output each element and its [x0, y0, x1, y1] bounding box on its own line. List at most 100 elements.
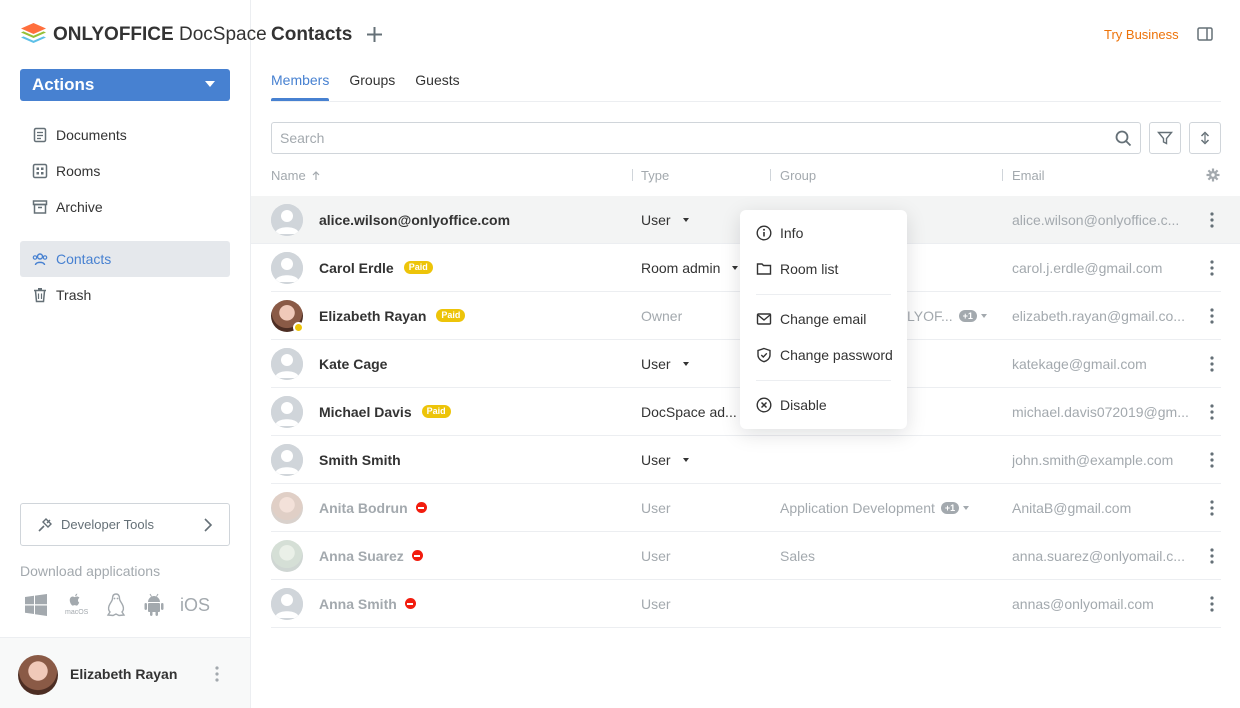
- default-avatar-icon: [271, 252, 303, 284]
- windows-icon[interactable]: [24, 592, 48, 618]
- user-avatar[interactable]: [18, 655, 58, 695]
- nav-item-contacts[interactable]: Contacts: [20, 241, 230, 277]
- member-type[interactable]: User: [641, 212, 671, 228]
- more-vertical-icon[interactable]: [1209, 210, 1215, 230]
- actions-label: Actions: [32, 75, 95, 94]
- sidebar: ONLYOFFICE DocSpace Actions Documents Ro…: [0, 0, 267, 708]
- member-type: User: [641, 595, 671, 612]
- android-icon[interactable]: [142, 592, 166, 618]
- plus-icon[interactable]: [366, 26, 383, 43]
- folder-icon: [756, 263, 772, 275]
- filter-button[interactable]: [1149, 122, 1181, 154]
- member-type: User: [641, 547, 671, 564]
- macos-app-link[interactable]: macOS: [62, 591, 90, 619]
- menu-item-info[interactable]: Info: [740, 215, 907, 251]
- developer-tools-button[interactable]: Developer Tools: [20, 503, 230, 546]
- more-vertical-icon[interactable]: [1209, 450, 1215, 470]
- apple-icon: [69, 593, 80, 606]
- nav-label: Documents: [56, 127, 127, 143]
- info-icon: [756, 225, 772, 241]
- column-email[interactable]: Email: [1012, 168, 1045, 183]
- caret-down-icon[interactable]: [963, 505, 970, 510]
- member-type[interactable]: Room admin: [641, 260, 720, 276]
- logo[interactable]: ONLYOFFICE DocSpace: [20, 22, 267, 48]
- logo-brand: ONLYOFFICE: [53, 24, 174, 45]
- download-apps-title: Download applications: [20, 563, 161, 579]
- menu-item-label: Room list: [780, 261, 839, 277]
- more-vertical-icon[interactable]: [1209, 402, 1215, 422]
- caret-down-icon[interactable]: [732, 265, 739, 270]
- contacts-tabs: Members Groups Guests: [271, 72, 460, 102]
- member-name: Carol Erdle: [319, 259, 394, 276]
- menu-item-change-email[interactable]: Change email: [740, 301, 907, 337]
- member-type[interactable]: User: [641, 356, 671, 372]
- more-vertical-icon[interactable]: [212, 664, 222, 684]
- nav-item-rooms[interactable]: Rooms: [20, 153, 230, 189]
- more-vertical-icon[interactable]: [1209, 498, 1215, 518]
- menu-item-change-password[interactable]: Change password: [740, 337, 907, 373]
- caret-down-icon[interactable]: [682, 361, 689, 366]
- member-name: Anita Bodrun: [319, 499, 408, 516]
- member-email: elizabeth.rayan@gmail.co...: [1012, 307, 1185, 324]
- try-business-link[interactable]: Try Business: [1104, 27, 1179, 42]
- default-avatar-icon: [271, 444, 303, 476]
- table-row[interactable]: Anna Suarez User Sales anna.suarez@onlyo…: [271, 532, 1221, 580]
- chevron-right-icon: [204, 518, 213, 532]
- column-group[interactable]: Group: [780, 168, 816, 183]
- member-group: LYOF...: [907, 307, 953, 324]
- more-vertical-icon[interactable]: [1209, 306, 1215, 326]
- close-circle-icon: [756, 397, 772, 413]
- avatar: [271, 588, 303, 620]
- nav-item-trash[interactable]: Trash: [20, 277, 230, 313]
- developer-tools-icon: [38, 517, 52, 532]
- ios-app-link[interactable]: iOS: [180, 595, 210, 616]
- member-email: michael.davis072019@gm...: [1012, 403, 1189, 420]
- owner-badge-icon: [293, 322, 304, 333]
- caret-down-icon[interactable]: [980, 313, 987, 318]
- blocked-icon: [415, 502, 427, 513]
- search-input[interactable]: [272, 123, 1140, 153]
- more-vertical-icon[interactable]: [1209, 354, 1215, 374]
- nav-item-documents[interactable]: Documents: [20, 117, 230, 153]
- developer-tools-label: Developer Tools: [61, 517, 154, 532]
- actions-button[interactable]: Actions: [20, 69, 230, 101]
- menu-divider: [756, 380, 891, 381]
- more-vertical-icon[interactable]: [1209, 258, 1215, 278]
- linux-icon[interactable]: [104, 592, 128, 618]
- gear-icon[interactable]: [1206, 168, 1220, 182]
- member-type[interactable]: DocSpace ad...: [641, 404, 737, 420]
- member-name: Michael Davis: [319, 403, 412, 420]
- column-resizer: [632, 169, 633, 181]
- search-icon[interactable]: [1115, 130, 1132, 147]
- column-resizer: [1002, 169, 1003, 181]
- tab-groups[interactable]: Groups: [349, 72, 395, 101]
- menu-item-room-list[interactable]: Room list: [740, 251, 907, 287]
- member-type[interactable]: User: [641, 452, 671, 468]
- table-row[interactable]: Smith Smith User john.smith@example.com: [271, 436, 1221, 484]
- paid-badge: Paid: [436, 309, 466, 322]
- default-avatar-icon: [271, 348, 303, 380]
- sort-button[interactable]: [1189, 122, 1221, 154]
- column-type[interactable]: Type: [641, 168, 669, 183]
- avatar: [271, 492, 303, 524]
- table-row[interactable]: Anna Smith User annas@onlyomail.com: [271, 580, 1221, 628]
- menu-item-disable[interactable]: Disable: [740, 387, 907, 423]
- avatar: [271, 444, 303, 476]
- nav-label: Contacts: [56, 251, 112, 267]
- tab-guests[interactable]: Guests: [415, 72, 459, 101]
- caret-down-icon[interactable]: [682, 457, 689, 462]
- table-row[interactable]: Anita Bodrun User Application Developmen…: [271, 484, 1221, 532]
- nav-item-archive[interactable]: Archive: [20, 189, 230, 225]
- caret-down-icon[interactable]: [682, 217, 689, 222]
- paid-badge: Paid: [403, 261, 433, 274]
- more-vertical-icon[interactable]: [1209, 546, 1215, 566]
- column-resizer: [770, 169, 771, 181]
- info-panel-icon[interactable]: [1197, 27, 1213, 41]
- column-name[interactable]: Name: [271, 168, 321, 183]
- nav-label: Rooms: [56, 163, 101, 179]
- more-vertical-icon[interactable]: [1209, 594, 1215, 614]
- archive-icon: [32, 200, 48, 214]
- member-name: Anna Suarez: [319, 547, 404, 564]
- blocked-icon: [411, 550, 423, 561]
- tab-members[interactable]: Members: [271, 72, 330, 101]
